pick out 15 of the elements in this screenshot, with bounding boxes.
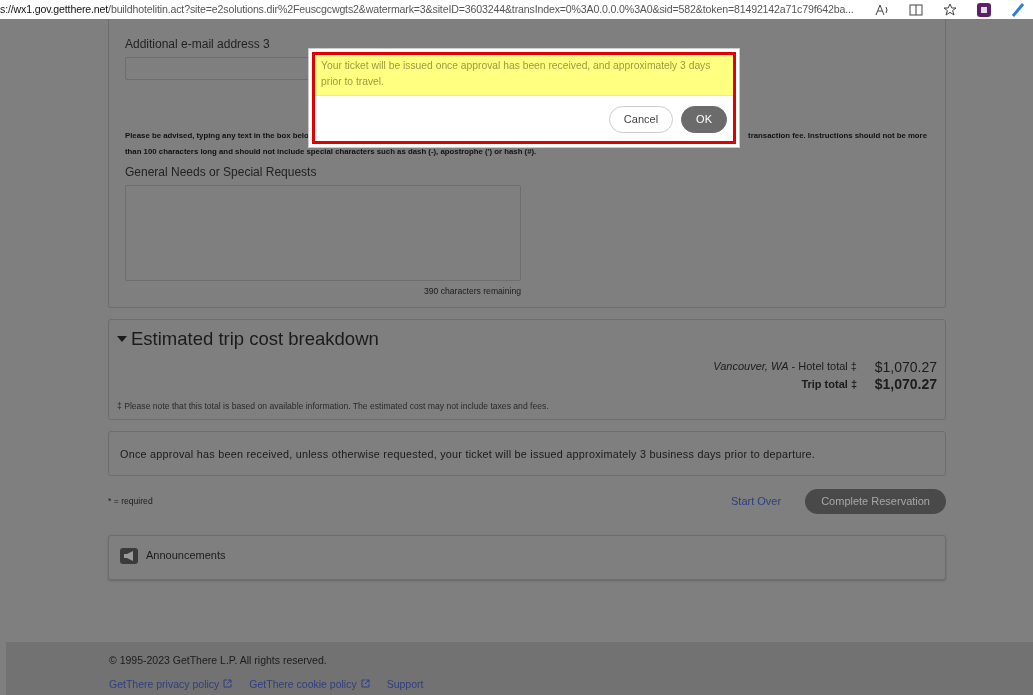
character-counter: 390 characters remaining	[424, 286, 521, 297]
url-path: /buildhotelitin.act?site=e2solutions.dir%2Feuscgcwgts2&watermark=3&siteID=3603244&transIndex=0%3A0.0.0.0%3A0&sid=582&token=81492142a71c79f642ba...	[108, 2, 854, 15]
alert-message: Your ticket will be issued once approval has been received, and approximately 3 days prior to travel.	[315, 55, 733, 95]
approval-note: Once approval has been received, unless otherwise requested, your ticket will be issued approximately 3 business days prior to departure.	[120, 448, 816, 461]
cost-note: ‡ Please note that this total is based on available information. The estimated cost may not include taxes and fees.	[117, 401, 550, 412]
cost-label: Vancouver, WA - Hotel total ‡	[713, 360, 857, 374]
copyright-text: © 1995-2023 GetThere L.P. All rights reserved.	[109, 654, 328, 667]
url-host: s://wx1.gov.getthere.net	[0, 2, 109, 15]
section-title: Announcements	[146, 549, 226, 563]
cost-amount: $1,070.27	[873, 376, 937, 394]
cost-amount: $1,070.27	[873, 358, 937, 376]
cost-label: Trip total ‡	[801, 378, 857, 392]
field-label: General Needs or Special Requests	[125, 164, 318, 182]
required-legend: * = required	[108, 496, 732, 507]
field-label: Additional e-mail address 3	[125, 36, 271, 53]
